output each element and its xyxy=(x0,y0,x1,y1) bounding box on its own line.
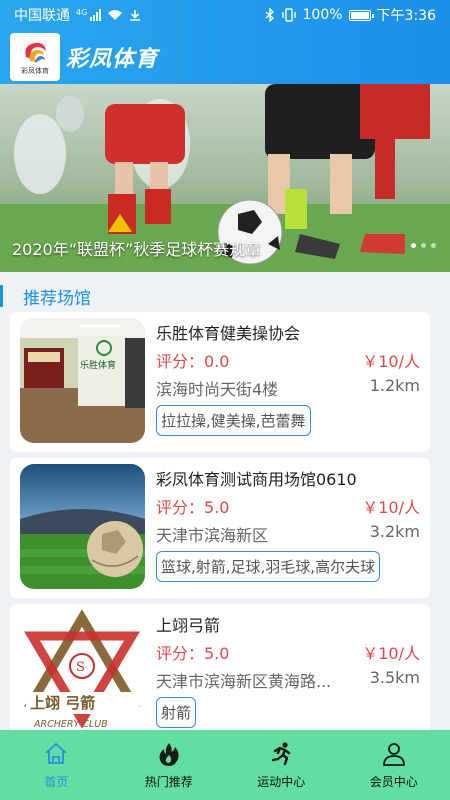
venue-card[interactable]: 彩凤体育测试商用场馆0610 评分：5.0 ￥10/人 天津市滨海新区 3.2k… xyxy=(10,458,430,598)
nav-label: 运动中心 xyxy=(257,774,306,789)
venue-name: 彩凤体育测试商用场馆0610 xyxy=(156,470,357,489)
venue-image: S 上翊 弓箭 ARCHERY CLUB xyxy=(20,610,145,730)
venue-name: 乐胜体育健美操协会 xyxy=(156,324,301,343)
stadium-image xyxy=(20,464,145,589)
nav-item-home[interactable]: 首页 xyxy=(0,730,113,800)
dance-studio-image: 乐胜体育 xyxy=(20,318,145,443)
bottom-nav: 首页 热门推荐 运动中心 会员中心 xyxy=(0,730,450,800)
flame-icon xyxy=(159,742,179,766)
club-name-text: 上翊 弓箭 xyxy=(30,694,95,712)
carousel-dot[interactable] xyxy=(411,243,416,248)
venue-price: ￥10/人 xyxy=(362,352,420,371)
venue-score: 评分：0.0 xyxy=(156,352,230,371)
clock: 下午3:36 xyxy=(376,8,436,24)
venue-card[interactable]: S 上翊 弓箭 ARCHERY CLUB 上翊弓箭 评分：5.0 ￥10/人 天… xyxy=(10,604,430,730)
nav-item-member[interactable]: 会员中心 xyxy=(338,730,450,800)
banner-carousel[interactable]: 2020年“联盟杯”秋季足球杯赛规章 xyxy=(0,84,450,272)
carousel-dot[interactable] xyxy=(421,243,426,248)
signal-icon: 4G xyxy=(76,8,102,21)
carousel-dot[interactable] xyxy=(431,243,436,248)
venue-address: 天津市滨海新区 xyxy=(156,526,269,545)
section-accent-bar xyxy=(0,285,3,307)
svg-text:S: S xyxy=(76,660,85,675)
venue-distance: 1.2km xyxy=(369,376,420,395)
wifi-icon xyxy=(108,10,123,20)
phoenix-logo-icon xyxy=(25,42,46,63)
nav-label: 首页 xyxy=(44,774,69,789)
nav-label: 热门推荐 xyxy=(144,774,193,789)
venue-name: 上翊弓箭 xyxy=(156,616,221,635)
runner-icon xyxy=(272,741,291,765)
venue-address: 滨海时尚天街4楼 xyxy=(156,380,279,399)
app-logo: 彩凤体育 xyxy=(10,33,60,81)
venue-score: 评分：5.0 xyxy=(156,498,230,517)
venue-image: 乐胜体育 xyxy=(20,318,145,443)
venue-card[interactable]: 乐胜体育 乐胜体育健美操协会 评分：0.0 ￥10/人 滨海时尚天街4楼 1.2… xyxy=(10,312,430,452)
venue-price: ￥10/人 xyxy=(362,644,420,663)
archery-club-logo: S 上翊 弓箭 ARCHERY CLUB xyxy=(20,610,145,730)
battery-percent: 100% xyxy=(302,7,343,23)
section-header: 推荐场馆 xyxy=(0,282,450,310)
venue-distance: 3.5km xyxy=(369,668,420,687)
status-bar: 中国联通 4G 100% 下午3:36 xyxy=(0,0,450,30)
nav-label: 会员中心 xyxy=(369,774,418,789)
venue-address: 天津市滨海新区黄海路... xyxy=(156,672,332,691)
battery-icon xyxy=(348,9,374,21)
section-title: 推荐场馆 xyxy=(23,288,91,309)
venue-tags: 篮球,射箭,足球,羽毛球,高尔夫球 xyxy=(156,551,381,582)
club-subtext: ARCHERY CLUB xyxy=(33,719,108,730)
nav-item-hot[interactable]: 热门推荐 xyxy=(113,730,226,800)
logo-text: 彩凤体育 xyxy=(21,66,49,75)
carousel-indicator xyxy=(411,243,436,248)
venue-tags: 射箭 xyxy=(156,697,197,728)
venue-list[interactable]: 乐胜体育 乐胜体育健美操协会 评分：0.0 ￥10/人 滨海时尚天街4楼 1.2… xyxy=(0,312,450,730)
download-icon xyxy=(130,10,141,21)
banner-caption: 2020年“联盟杯”秋季足球杯赛规章 xyxy=(12,240,262,259)
venue-price: ￥10/人 xyxy=(362,498,420,517)
venue-image xyxy=(20,464,145,589)
user-icon xyxy=(382,742,405,766)
nav-item-sports[interactable]: 运动中心 xyxy=(225,730,338,800)
carrier-label: 中国联通 xyxy=(14,8,70,24)
app-title: 彩凤体育 xyxy=(66,47,159,72)
network-type-label: 4G xyxy=(76,8,88,17)
venue-score: 评分：5.0 xyxy=(156,644,230,663)
bluetooth-icon xyxy=(265,8,274,22)
app-header: 中国联通 4G 100% 下午3:36 彩凤体育 彩凤体育 xyxy=(0,0,450,84)
venue-tags: 拉拉操,健美操,芭蕾舞 xyxy=(156,405,311,436)
brand-bar: 彩凤体育 彩凤体育 xyxy=(0,30,450,84)
vibrate-icon xyxy=(281,8,296,22)
home-icon xyxy=(45,742,67,764)
venue-distance: 3.2km xyxy=(369,522,420,541)
studio-sign-text: 乐胜体育 xyxy=(80,359,116,371)
